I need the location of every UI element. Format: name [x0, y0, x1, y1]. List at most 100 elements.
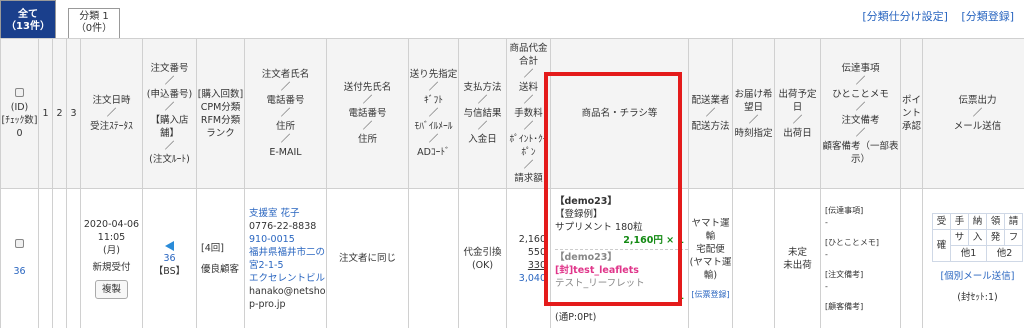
amount-total[interactable]: 3,040: [507, 272, 546, 285]
tab-category-1[interactable]: 分類 1 （0件）: [68, 8, 120, 38]
category-sort-settings-link[interactable]: [分類仕分け設定]: [862, 10, 948, 23]
header-point: ポイント承認: [900, 38, 923, 189]
row-id-link[interactable]: 36: [13, 266, 25, 277]
row-n1: [38, 188, 53, 328]
product-price: 2,160円 × 1: [623, 235, 684, 246]
header-purchase: [購入回数] CPM分類 RFM分類 ランク: [196, 38, 245, 189]
row-wish-cell: [732, 188, 775, 328]
row-product-cell: 【demo23】 【登録例】 サプリメント 180粒 2,160円 × 1 【d…: [550, 188, 689, 328]
customer-zip[interactable]: 910-0015: [249, 233, 326, 246]
point-note: (通P:0Pt): [555, 312, 597, 323]
order-status: 新規受付: [92, 262, 131, 273]
product-name: サプリメント 180粒: [555, 222, 643, 233]
row-payment-cell: 代金引換 (OK): [458, 188, 507, 328]
customer-email: hanako@netshop-pro.jp: [249, 285, 326, 310]
header-check-zero: 0: [16, 127, 23, 139]
note-label-1: [ひとことメモ]: [825, 237, 880, 247]
note-value-1: -: [825, 249, 828, 259]
amount-shipping: 550: [527, 246, 546, 258]
row-order-no-cell: 36 【BS】: [142, 188, 197, 328]
row-n3: [66, 188, 81, 328]
header-order-no: 注文番号 ／ (申込番号) ／ 【購入店舗】 ／ (注文ﾙｰﾄ): [142, 38, 197, 189]
row-delivery-cell: ヤマト運輸 宅配便 (ヤマト運輸) [伝票登録]: [688, 188, 733, 328]
row-slip-cell: 受 手 納 領 請 確 サ 入 発 フ 他1 他2 [個別メール送信] (封ｾｯ…: [922, 188, 1024, 328]
amount-fee: 330: [527, 259, 546, 271]
header-row: (ID) [ﾁｪｯｸ数] 0 1 2 3 注文日時 ／ 受注ｽﾃｰﾀｽ 注文番号…: [0, 38, 1024, 189]
note-value-2: -: [825, 281, 828, 291]
order-date: 2020-04-06 11:05 (月): [83, 219, 140, 256]
row-shipto-settings-cell: [408, 188, 459, 328]
note-label-0: [伝達事項]: [825, 205, 864, 215]
slip-other-2[interactable]: 他2: [986, 245, 1023, 262]
note-value-0: -: [825, 217, 828, 227]
individual-mail-link[interactable]: [個別メール送信]: [923, 270, 1024, 283]
slip-grid: 受 手 納 領 請 確 サ 入 発 フ 他1 他2: [932, 213, 1023, 262]
order-table: (ID) [ﾁｪｯｸ数] 0 1 2 3 注文日時 ／ 受注ｽﾃｰﾀｽ 注文番号…: [0, 38, 1024, 328]
category-register-link[interactable]: [分類登録]: [961, 10, 1014, 23]
row-ship-date-cell: 未定 未出荷: [774, 188, 821, 328]
product-reg: 【登録例】: [555, 209, 603, 220]
slip-confirm[interactable]: 確: [932, 229, 951, 262]
header-n3: 3: [66, 38, 81, 189]
header-n2: 2: [52, 38, 67, 189]
slip-sa[interactable]: サ: [950, 229, 969, 246]
header-ship-date: 出荷予定日 ／ 出荷日: [774, 38, 821, 189]
product-tag: 【demo23】: [555, 196, 617, 207]
header-id: (ID) [ﾁｪｯｸ数] 0: [0, 38, 39, 189]
set-count: (封ｾｯﾄ:1): [957, 292, 998, 303]
slip-hand[interactable]: 手: [950, 213, 969, 230]
delivery-method: ヤマト運輸 宅配便 (ヤマト運輸): [689, 217, 732, 281]
top-links: [分類仕分け設定] [分類登録]: [852, 8, 1014, 24]
table-row: 36 2020-04-06 11:05 (月) 新規受付 複製 36 【BS】 …: [0, 188, 1024, 328]
row-point-cell: [900, 188, 923, 328]
slip-ship[interactable]: 発: [986, 229, 1005, 246]
row-checkbox[interactable]: [15, 239, 24, 248]
header-n1: 1: [38, 38, 53, 189]
tab-category-1-count: （0件）: [75, 23, 113, 34]
tab-all[interactable]: 全て （13件）: [0, 0, 56, 38]
select-all-checkbox[interactable]: [15, 87, 24, 97]
header-check-count: [ﾁｪｯｸ数]: [1, 114, 38, 126]
slip-in[interactable]: 入: [968, 229, 987, 246]
flyer-name: テスト_リーフレット: [555, 278, 645, 289]
row-amount-cell: 2,160 550 330 3,040: [506, 188, 551, 328]
slip-receipt-2[interactable]: 領: [986, 213, 1005, 230]
header-amount: 商品代金合計 ／ 送料 ／ 手数料 ／ ﾎﾟｲﾝﾄ･ｸｰﾎﾟﾝ ／ 請求額: [506, 38, 551, 189]
flyer-code: [封]test_leaflets: [555, 265, 639, 276]
row-n2: [52, 188, 67, 328]
slip-invoice[interactable]: 請: [1004, 213, 1023, 230]
header-product[interactable]: 商品名・チラシ等: [550, 38, 689, 189]
header-delivery: 配送業者 ／ 配送方法: [688, 38, 733, 189]
header-slip: 伝票出力 ／ メール送信: [922, 38, 1024, 189]
slip-receipt[interactable]: 受: [932, 213, 951, 230]
note-label-3: [顧客備考]: [825, 301, 864, 311]
row-customer-cell: 支援室 花子 0776-22-8838 910-0015 福井県福井市二の宮2-…: [244, 188, 327, 328]
purchase-count: [4回]: [201, 242, 224, 254]
tab-category-1-label: 分類 1: [79, 11, 109, 22]
row-purchase-cell: [4回] 優良顧客: [196, 188, 245, 328]
flyer-tag: 【demo23】: [555, 252, 617, 263]
header-shipto-settings: 送り先指定 ／ ｷﾞﾌﾄ ／ ﾓﾊﾞｲﾙﾒｰﾙ ／ ADｺｰﾄﾞ: [408, 38, 459, 189]
row-id-cell: 36: [0, 188, 39, 328]
slip-register-link[interactable]: [伝票登録]: [689, 288, 732, 301]
copy-button[interactable]: 複製: [94, 280, 128, 299]
header-order-date: 注文日時 ／ 受注ｽﾃｰﾀｽ: [80, 38, 143, 189]
header-id-label: (ID): [10, 101, 29, 113]
customer-address[interactable]: 福井県福井市二の宮2-1-5 エクセレントビル: [249, 246, 326, 285]
header-shipto: 送付先氏名 ／ 電話番号 ／ 住所: [326, 38, 409, 189]
customer-name[interactable]: 支援室 花子: [249, 207, 326, 220]
slip-other-1[interactable]: 他1: [950, 245, 987, 262]
slip-fu[interactable]: フ: [1004, 229, 1023, 246]
order-no-link[interactable]: 36: [163, 253, 175, 264]
tab-bar: 全て （13件） 分類 1 （0件）: [0, 0, 120, 38]
header-customer: 注文者氏名 ／ 電話番号 ／ 住所 ／ E-MAIL: [244, 38, 327, 189]
tab-all-count: （13件）: [6, 21, 50, 32]
header-wish: お届け希望日 ／ 時刻指定: [732, 38, 775, 189]
row-order-date-cell: 2020-04-06 11:05 (月) 新規受付 複製: [80, 188, 143, 328]
row-notes-cell: [伝達事項] - [ひとことメモ] - [注文備考] - [顧客備考]: [820, 188, 901, 328]
amount-subtotal: 2,160: [518, 233, 546, 245]
flyer-qty: 1: [677, 291, 684, 302]
slip-delivery[interactable]: 納: [968, 213, 987, 230]
shop-label: 【BS】: [153, 266, 186, 277]
customer-rank: 優良顧客: [201, 263, 240, 275]
